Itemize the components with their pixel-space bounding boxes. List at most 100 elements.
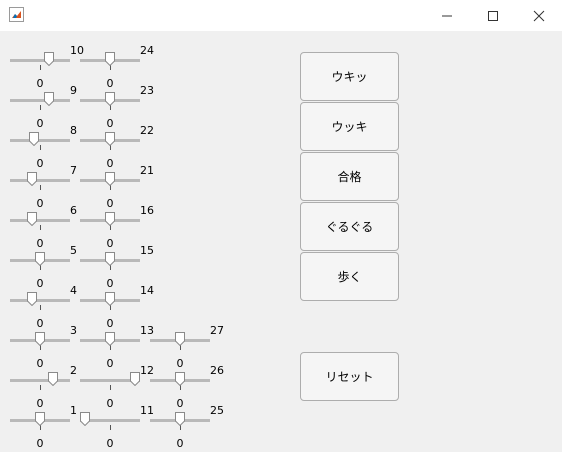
- slider-thumb[interactable]: [43, 92, 54, 106]
- slider-track: [10, 99, 70, 102]
- slider-tick: [109, 425, 111, 430]
- slider-min-label: 0: [106, 197, 114, 210]
- slider-min-label: 0: [106, 237, 114, 250]
- slider-thumb[interactable]: [175, 372, 185, 386]
- slider-tick: [39, 65, 41, 70]
- slider-thumb[interactable]: [35, 332, 45, 346]
- slider-label: 9: [70, 84, 77, 97]
- slider-tick: [39, 305, 41, 310]
- slider[interactable]: [10, 250, 70, 270]
- slider[interactable]: [10, 330, 70, 350]
- slider[interactable]: [150, 370, 210, 390]
- slider-label: 27: [210, 324, 224, 337]
- slider-tick: [39, 105, 41, 110]
- slider[interactable]: [80, 90, 140, 110]
- slider-min-label: 0: [36, 357, 44, 370]
- slider-min-label: 0: [36, 197, 44, 210]
- slider-thumb[interactable]: [105, 172, 115, 186]
- slider[interactable]: [80, 410, 140, 430]
- slider-thumb[interactable]: [105, 212, 115, 226]
- maximize-button[interactable]: [470, 0, 516, 31]
- slider-label: 7: [70, 164, 77, 177]
- slider-thumb[interactable]: [105, 132, 115, 146]
- slider[interactable]: [80, 370, 140, 390]
- minimize-button[interactable]: [424, 0, 470, 31]
- slider-label: 2: [70, 364, 77, 377]
- slider-label: 3: [70, 324, 77, 337]
- slider-thumb[interactable]: [29, 132, 39, 146]
- slider-tick: [39, 225, 41, 230]
- slider[interactable]: [80, 130, 140, 150]
- slider[interactable]: [10, 50, 70, 70]
- button-walk[interactable]: 歩く: [300, 252, 399, 301]
- slider-min-label: 0: [36, 277, 44, 290]
- slider-track: [10, 59, 70, 62]
- slider-track: [10, 219, 70, 222]
- slider-tick: [109, 385, 111, 390]
- slider-label: 21: [140, 164, 154, 177]
- slider[interactable]: [80, 330, 140, 350]
- slider-thumb[interactable]: [35, 252, 45, 266]
- close-button[interactable]: [516, 0, 562, 31]
- slider-thumb[interactable]: [80, 412, 90, 426]
- slider-thumb[interactable]: [105, 292, 115, 306]
- slider-label: 15: [140, 244, 154, 257]
- slider-thumb[interactable]: [26, 212, 37, 226]
- button-reset[interactable]: リセット: [300, 352, 399, 401]
- slider-label: 24: [140, 44, 154, 57]
- slider-track: [10, 139, 70, 142]
- slider-label: 6: [70, 204, 77, 217]
- slider-thumb[interactable]: [105, 52, 115, 66]
- slider[interactable]: [150, 410, 210, 430]
- slider-min-label: 0: [36, 117, 44, 130]
- slider-min-label: 0: [36, 317, 44, 330]
- slider-track: [10, 179, 70, 182]
- close-icon: [533, 10, 545, 22]
- button-ukki-2[interactable]: ウッキ: [300, 102, 399, 151]
- slider-label: 14: [140, 284, 154, 297]
- button-guruguru[interactable]: ぐるぐる: [300, 202, 399, 251]
- slider-thumb[interactable]: [43, 52, 54, 66]
- slider-thumb[interactable]: [105, 332, 115, 346]
- slider-thumb[interactable]: [35, 412, 45, 426]
- slider-label: 1: [70, 404, 77, 417]
- button-pass[interactable]: 合格: [300, 152, 399, 201]
- slider-tick: [39, 185, 41, 190]
- slider[interactable]: [80, 170, 140, 190]
- slider-thumb[interactable]: [26, 172, 37, 186]
- slider[interactable]: [80, 210, 140, 230]
- slider[interactable]: [80, 250, 140, 270]
- slider-label: 8: [70, 124, 77, 137]
- slider[interactable]: [10, 170, 70, 190]
- slider-min-label: 0: [176, 357, 184, 370]
- slider-min-label: 0: [176, 397, 184, 410]
- title-bar: [0, 0, 562, 31]
- slider[interactable]: [10, 210, 70, 230]
- slider[interactable]: [10, 370, 70, 390]
- slider-thumb[interactable]: [130, 372, 140, 386]
- slider-label: 5: [70, 244, 77, 257]
- slider-thumb[interactable]: [105, 92, 115, 106]
- slider-track: [10, 379, 70, 382]
- slider-min-label: 0: [36, 437, 44, 450]
- slider-thumb[interactable]: [105, 252, 115, 266]
- slider[interactable]: [10, 410, 70, 430]
- slider-min-label: 0: [176, 437, 184, 450]
- slider-label: 16: [140, 204, 154, 217]
- button-ukki[interactable]: ウキッ: [300, 52, 399, 101]
- slider[interactable]: [150, 330, 210, 350]
- slider-thumb[interactable]: [47, 372, 58, 386]
- slider[interactable]: [80, 290, 140, 310]
- slider[interactable]: [10, 130, 70, 150]
- slider-thumb[interactable]: [175, 332, 185, 346]
- slider[interactable]: [10, 290, 70, 310]
- slider[interactable]: [10, 90, 70, 110]
- slider-thumb[interactable]: [26, 292, 37, 306]
- slider-label: 22: [140, 124, 154, 137]
- slider-thumb[interactable]: [175, 412, 185, 426]
- matlab-figure-icon: [9, 7, 24, 22]
- slider[interactable]: [80, 50, 140, 70]
- slider-track: [10, 299, 70, 302]
- slider-label: 23: [140, 84, 154, 97]
- slider-label: 25: [210, 404, 224, 417]
